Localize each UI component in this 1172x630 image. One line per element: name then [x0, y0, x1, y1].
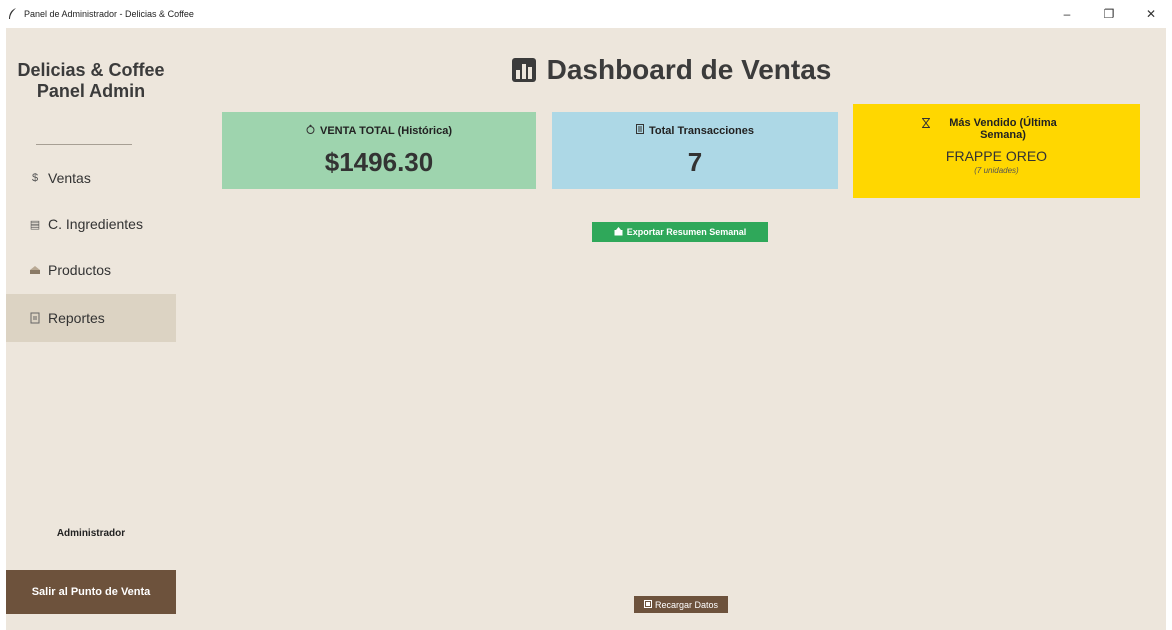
dollar-icon: $	[31, 172, 39, 184]
total-sales-card: VENTA TOTAL (Histórica) $1496.30	[222, 112, 536, 189]
clipboard-icon: ▤	[29, 218, 41, 231]
window-controls: – ❐ ✕	[1046, 0, 1172, 28]
window-title: Panel de Administrador - Delicias & Coff…	[24, 9, 194, 19]
bar-chart-icon	[511, 57, 537, 83]
page-title-text: Dashboard de Ventas	[546, 54, 832, 85]
transactions-label: Total Transacciones	[552, 124, 838, 137]
exit-to-pos-button[interactable]: Salir al Punto de Venta	[6, 570, 176, 614]
sidebar-item-label: Ventas	[48, 170, 91, 186]
brand-title: Delicias & Coffee Panel Admin	[6, 60, 176, 102]
maximize-button[interactable]: ❐	[1088, 0, 1130, 28]
top-seller-product: FRAPPE OREO	[945, 148, 1048, 164]
top-seller-card: Más Vendido (Última Semana) FRAPPE OREO …	[853, 104, 1140, 198]
sidebar-divider	[36, 144, 132, 145]
sidebar-item-ingredientes[interactable]: ▤ C. Ingredientes	[6, 200, 176, 248]
top-seller-units: (7 unidades)	[974, 166, 1019, 175]
app-window: Delicias & Coffee Panel Admin $ Ventas ▤…	[6, 28, 1166, 630]
cake-icon	[28, 265, 42, 275]
sidebar-item-reportes[interactable]: Reportes	[6, 294, 176, 342]
receipt-icon	[636, 124, 645, 137]
total-sales-value: $1496.30	[324, 147, 434, 177]
export-icon	[614, 226, 623, 238]
user-role-label: Administrador	[56, 528, 126, 539]
close-button[interactable]: ✕	[1130, 0, 1172, 28]
sidebar-item-label: Reportes	[48, 310, 105, 326]
reload-icon	[643, 599, 652, 610]
reload-data-button[interactable]: Recargar Datos	[634, 596, 728, 613]
feather-icon	[6, 7, 20, 21]
sidebar-item-ventas[interactable]: $ Ventas	[6, 154, 176, 202]
total-sales-label: VENTA TOTAL (Histórica)	[222, 124, 536, 137]
page-title: Dashboard de Ventas	[176, 54, 1166, 86]
brand-line-2: Panel Admin	[36, 81, 146, 101]
top-seller-label: Más Vendido (Última Semana)	[920, 117, 1072, 141]
sidebar: Delicias & Coffee Panel Admin $ Ventas ▤…	[6, 28, 176, 630]
minimize-button[interactable]: –	[1046, 0, 1088, 28]
sidebar-item-productos[interactable]: Productos	[6, 246, 176, 294]
export-weekly-summary-button[interactable]: Exportar Resumen Semanal	[592, 222, 768, 242]
sidebar-item-label: C. Ingredientes	[48, 216, 143, 232]
transactions-card: Total Transacciones 7	[552, 112, 838, 189]
hourglass-icon	[920, 118, 931, 132]
brand-line-1: Delicias & Coffee	[17, 60, 165, 80]
money-bag-icon	[306, 124, 315, 137]
main-content: Dashboard de Ventas VENTA TOTAL (Históri…	[176, 28, 1166, 630]
document-icon	[28, 312, 42, 324]
transactions-value: 7	[687, 147, 703, 177]
window-titlebar: Panel de Administrador - Delicias & Coff…	[0, 0, 1172, 28]
sidebar-item-label: Productos	[48, 262, 112, 278]
